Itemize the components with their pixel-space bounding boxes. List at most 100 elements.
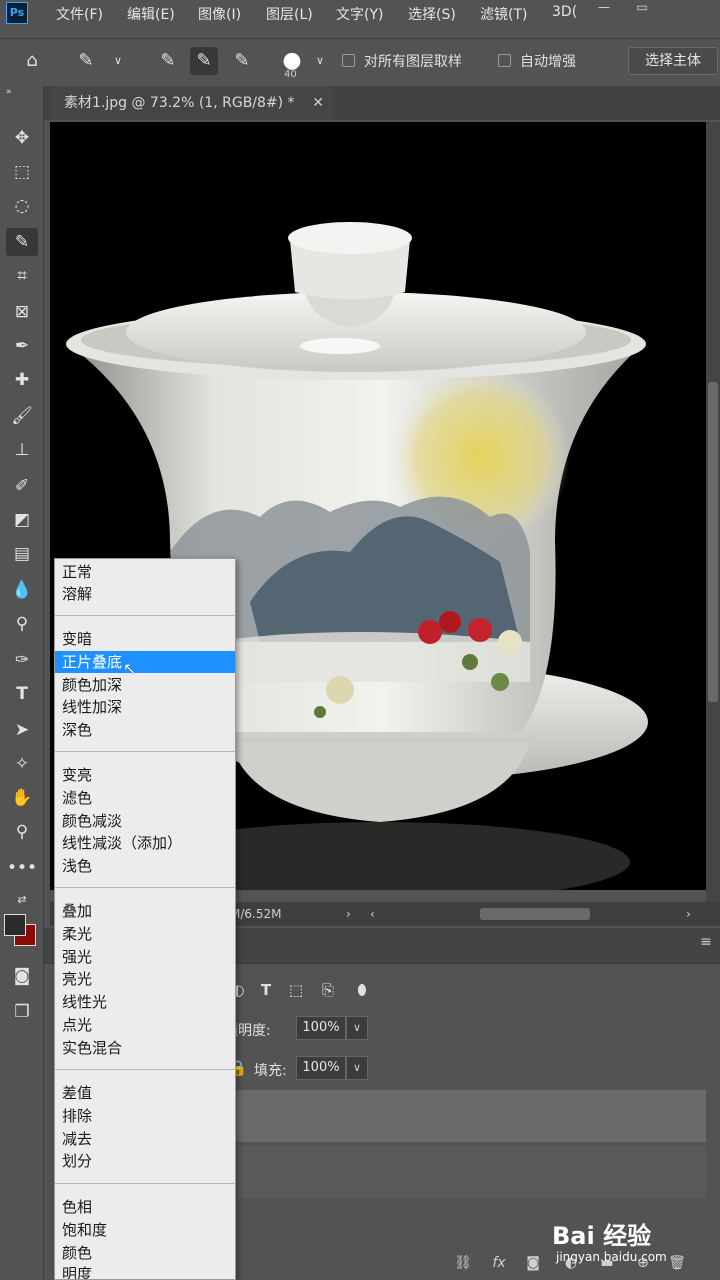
add-mask-icon[interactable]: ◙ — [522, 1252, 544, 1274]
blend-option-screen[interactable]: 滤色 — [55, 787, 235, 809]
path-selection-tool-icon[interactable]: ➤ — [6, 716, 38, 744]
brush-chevron-down-icon[interactable]: ∨ — [306, 47, 334, 75]
blend-option-difference[interactable]: 差值 — [55, 1082, 235, 1104]
blend-option-hue[interactable]: 色相 — [55, 1196, 235, 1218]
new-selection-icon[interactable]: ✎ — [154, 47, 182, 75]
blend-option-divide[interactable]: 划分 — [55, 1150, 235, 1172]
menu-edit[interactable]: 编辑(E) — [127, 4, 175, 24]
eraser-tool-icon[interactable]: ◩ — [6, 506, 38, 534]
layer-row[interactable] — [230, 1146, 706, 1198]
blend-option-overlay[interactable]: 叠加 — [55, 900, 235, 922]
blend-option-luminosity[interactable]: 明度 — [55, 1263, 235, 1279]
blend-mode-dropdown[interactable]: 正常 溶解 变暗 正片叠底 颜色加深 线性加深 深色 变亮 滤色 颜色减淡 线性… — [54, 558, 236, 1280]
more-tools-icon[interactable]: ••• — [6, 854, 38, 882]
menu-select[interactable]: 选择(S) — [408, 4, 456, 24]
blend-option-soft-light[interactable]: 柔光 — [55, 923, 235, 945]
marquee-tool-icon[interactable]: ⬚ — [6, 158, 38, 186]
menu-filter[interactable]: 滤镜(T) — [480, 4, 527, 24]
blend-option-linear-light[interactable]: 线性光 — [55, 991, 235, 1013]
menu-bar: Ps 文件(F) 编辑(E) 图像(I) 图层(L) 文字(Y) 选择(S) 滤… — [0, 0, 720, 26]
blend-option-multiply[interactable]: 正片叠底 — [55, 651, 235, 673]
scroll-right-icon[interactable]: › — [686, 902, 691, 926]
chevron-down-icon[interactable]: ∨ — [104, 47, 132, 75]
history-brush-tool-icon[interactable]: ✐ — [6, 472, 38, 500]
home-icon[interactable]: ⌂ — [18, 47, 46, 75]
filter-type-layer-icon[interactable]: T — [254, 978, 278, 1002]
sample-all-layers-checkbox[interactable] — [342, 54, 355, 67]
panel-menu-icon[interactable]: ≡ — [696, 934, 716, 954]
layer-style-icon[interactable]: fx — [488, 1252, 510, 1274]
pen-tool-icon[interactable]: ✑ — [6, 646, 38, 674]
fill-chevron-down-icon[interactable]: ∨ — [346, 1056, 368, 1080]
quick-mask-icon[interactable]: ◙ — [6, 962, 38, 990]
photoshop-logo: Ps — [6, 2, 28, 24]
blend-option-vivid-light[interactable]: 亮光 — [55, 968, 235, 990]
blend-option-pin-light[interactable]: 点光 — [55, 1014, 235, 1036]
add-to-selection-icon[interactable]: ✎ — [190, 47, 218, 75]
gradient-tool-icon[interactable]: ▤ — [6, 540, 38, 568]
blur-tool-icon[interactable]: 💧 — [6, 576, 38, 604]
type-tool-icon[interactable]: T — [6, 680, 38, 708]
close-icon[interactable]: ✕ — [312, 86, 324, 120]
swap-colors-icon[interactable]: ⇄ — [6, 886, 38, 914]
blend-option-dissolve[interactable]: 溶解 — [55, 583, 235, 605]
menu-3d[interactable]: 3D( — [552, 4, 577, 20]
menu-layer[interactable]: 图层(L) — [266, 4, 313, 24]
opacity-chevron-down-icon[interactable]: ∨ — [346, 1016, 368, 1040]
zoom-tool-icon[interactable]: ⚲ — [6, 818, 38, 846]
menu-type[interactable]: 文字(Y) — [336, 4, 383, 24]
minimize-icon[interactable]: — — [592, 0, 616, 14]
blend-option-color-dodge[interactable]: 颜色减淡 — [55, 810, 235, 832]
filter-toggle-icon[interactable]: ⬮ — [350, 978, 374, 1002]
auto-enhance-checkbox[interactable] — [498, 54, 511, 67]
healing-brush-tool-icon[interactable]: ✚ — [6, 366, 38, 394]
quick-selection-tool-icon[interactable]: ✎ — [6, 228, 38, 256]
blend-option-hard-light[interactable]: 强光 — [55, 946, 235, 968]
hand-tool-icon[interactable]: ✋ — [6, 784, 38, 812]
maximize-icon[interactable]: ▭ — [630, 0, 654, 14]
dodge-tool-icon[interactable]: ⚲ — [6, 610, 38, 638]
status-menu-chevron-icon[interactable]: › — [346, 902, 351, 926]
filter-smart-object-icon[interactable]: ⎘ — [316, 978, 340, 1002]
link-layers-icon[interactable]: ⛓ — [452, 1252, 474, 1274]
quick-select-preset-icon[interactable]: ✎ — [72, 47, 100, 75]
blend-option-linear-burn[interactable]: 线性加深 — [55, 696, 235, 718]
screen-mode-icon[interactable]: ❐ — [6, 998, 38, 1026]
layer-row[interactable] — [230, 1090, 706, 1142]
horizontal-scrollbar-thumb[interactable] — [480, 908, 590, 920]
foreground-color-swatch[interactable] — [4, 914, 26, 936]
select-subject-button[interactable]: 选择主体 — [628, 47, 718, 75]
vertical-scrollbar-thumb[interactable] — [708, 382, 718, 702]
blend-option-color[interactable]: 颜色 — [55, 1242, 235, 1264]
blend-option-darker-color[interactable]: 深色 — [55, 719, 235, 741]
custom-shape-tool-icon[interactable]: ✧ — [6, 750, 38, 778]
blend-option-hard-mix[interactable]: 实色混合 — [55, 1037, 235, 1059]
clone-stamp-tool-icon[interactable]: ⊥ — [6, 436, 38, 464]
brush-tool-icon[interactable]: 🖌 — [6, 402, 38, 430]
crop-tool-icon[interactable]: ⌗ — [6, 262, 38, 290]
menu-file[interactable]: 文件(F) — [56, 4, 103, 24]
blend-option-darken[interactable]: 变暗 — [55, 628, 235, 650]
lasso-tool-icon[interactable]: ◌ — [6, 192, 38, 220]
watermark-url: jingyan.baidu.com — [556, 1250, 667, 1264]
eyedropper-tool-icon[interactable]: ✒ — [6, 332, 38, 360]
blend-option-normal[interactable]: 正常 — [55, 561, 235, 583]
scroll-left-icon[interactable]: ‹ — [370, 902, 375, 926]
collapse-toolbar-icon[interactable]: » — [6, 86, 38, 98]
blend-option-saturation[interactable]: 饱和度 — [55, 1219, 235, 1241]
document-tab[interactable]: 素材1.jpg @ 73.2% (1, RGB/8#) * ✕ — [50, 86, 334, 120]
menu-image[interactable]: 图像(I) — [198, 4, 241, 24]
blend-option-subtract[interactable]: 减去 — [55, 1128, 235, 1150]
blend-option-lighter-color[interactable]: 浅色 — [55, 855, 235, 877]
blend-option-linear-dodge[interactable]: 线性减淡（添加） — [55, 832, 235, 854]
blend-option-color-burn[interactable]: 颜色加深 — [55, 674, 235, 696]
opacity-input[interactable]: 100% — [296, 1016, 346, 1040]
fill-input[interactable]: 100% — [296, 1056, 346, 1080]
filter-shape-layer-icon[interactable]: ⬚ — [284, 978, 308, 1002]
frame-tool-icon[interactable]: ⊠ — [6, 298, 38, 326]
vertical-scrollbar[interactable] — [706, 122, 720, 902]
blend-option-lighten[interactable]: 变亮 — [55, 764, 235, 786]
subtract-from-selection-icon[interactable]: ✎ — [228, 47, 256, 75]
blend-option-exclusion[interactable]: 排除 — [55, 1105, 235, 1127]
move-tool-icon[interactable]: ✥ — [6, 124, 38, 152]
